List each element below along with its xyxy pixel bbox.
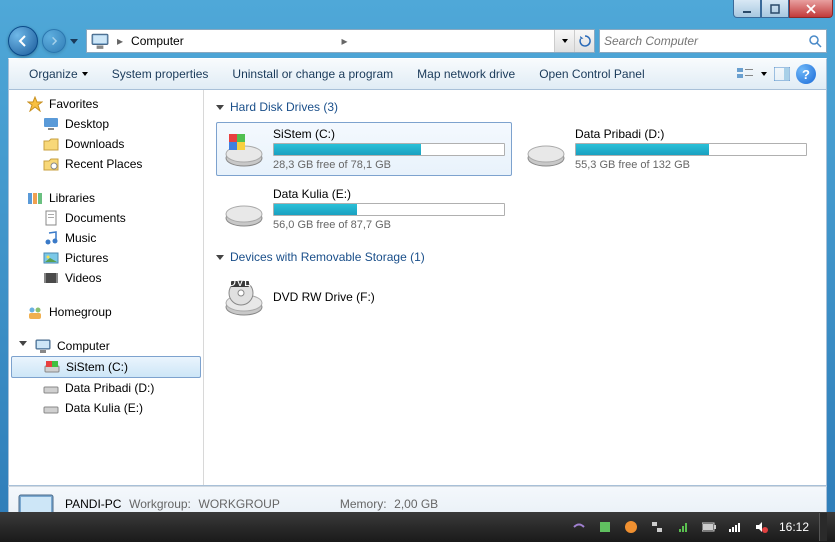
pictures-icon	[43, 250, 59, 266]
computer-icon	[35, 338, 51, 354]
libraries-icon	[27, 190, 43, 206]
sidebar-homegroup-header[interactable]: Homegroup	[9, 302, 203, 322]
drive-item[interactable]: Data Pribadi (D:) 55,3 GB free of 132 GB	[518, 122, 814, 176]
view-mode-button[interactable]	[734, 62, 758, 86]
close-button[interactable]	[789, 0, 833, 18]
uninstall-button[interactable]: Uninstall or change a program	[220, 63, 405, 85]
search-input[interactable]	[604, 34, 808, 48]
drive-space-bar	[273, 203, 505, 216]
drive-icon	[44, 359, 60, 375]
organize-button[interactable]: Organize	[17, 63, 100, 85]
collapse-icon[interactable]	[216, 255, 224, 260]
search-box[interactable]	[599, 29, 827, 53]
computer-icon	[91, 32, 109, 50]
recent-dropdown[interactable]	[70, 39, 82, 44]
sidebar-item-drive-e[interactable]: Data Kulia (E:)	[9, 398, 203, 418]
drive-item[interactable]: SiStem (C:) 28,3 GB free of 78,1 GB	[216, 122, 512, 176]
drive-free-text: 56,0 GB free of 87,7 GB	[273, 219, 505, 231]
back-button[interactable]	[8, 26, 38, 56]
address-bar[interactable]: ▸ Computer ▸	[86, 29, 595, 53]
downloads-icon	[43, 136, 59, 152]
drive-icon	[43, 380, 59, 396]
expand-icon[interactable]	[19, 341, 29, 351]
taskbar[interactable]: 16:12	[0, 512, 835, 542]
sidebar-label: Libraries	[49, 191, 95, 205]
maximize-button[interactable]	[761, 0, 789, 18]
dvd-drive-icon: DVD	[223, 277, 265, 319]
sidebar-item-desktop[interactable]: Desktop	[9, 114, 203, 134]
sidebar-item-music[interactable]: Music	[9, 228, 203, 248]
forward-button[interactable]	[42, 29, 66, 53]
search-icon	[808, 34, 822, 48]
breadcrumb-separator[interactable]: ▸	[113, 34, 127, 48]
section-removable-storage[interactable]: Devices with Removable Storage (1)	[216, 250, 814, 264]
open-control-panel-button[interactable]: Open Control Panel	[527, 63, 656, 85]
system-properties-button[interactable]: System properties	[100, 63, 221, 85]
drive-item[interactable]: DVD DVD RW Drive (F:)	[216, 272, 512, 324]
drive-name: SiStem (C:)	[273, 127, 505, 141]
drive-space-bar	[273, 143, 505, 156]
drive-free-text: 28,3 GB free of 78,1 GB	[273, 159, 505, 171]
tray-icon[interactable]	[571, 519, 587, 535]
refresh-button[interactable]	[574, 30, 594, 52]
recent-icon	[43, 156, 59, 172]
sidebar-favorites-header[interactable]: Favorites	[9, 94, 203, 114]
homegroup-icon	[27, 304, 43, 320]
content-pane[interactable]: Hard Disk Drives (3) SiStem (C:) 28,3 GB…	[204, 90, 826, 485]
desktop-icon	[43, 116, 59, 132]
svg-text:DVD: DVD	[227, 277, 253, 289]
tray-network-icon[interactable]	[649, 519, 665, 535]
section-hard-disk-drives[interactable]: Hard Disk Drives (3)	[216, 100, 814, 114]
hard-drive-icon	[223, 188, 265, 230]
nav-bar: ▸ Computer ▸	[8, 24, 827, 58]
drive-icon	[43, 400, 59, 416]
sidebar-item-downloads[interactable]: Downloads	[9, 134, 203, 154]
sidebar-label: Favorites	[49, 97, 98, 111]
breadcrumb-segment[interactable]: Computer	[127, 34, 337, 48]
favorites-icon	[27, 96, 43, 112]
hard-drive-icon	[223, 128, 265, 170]
computer-name: PANDI-PC	[65, 497, 121, 511]
drive-name: Data Pribadi (D:)	[575, 127, 807, 141]
address-dropdown[interactable]	[554, 30, 574, 52]
navigation-pane[interactable]: Favorites Desktop Downloads Recent Place…	[9, 90, 204, 485]
taskbar-clock[interactable]: 16:12	[779, 520, 809, 534]
tray-icon[interactable]	[597, 519, 613, 535]
sidebar-item-documents[interactable]: Documents	[9, 208, 203, 228]
tray-icon[interactable]	[623, 519, 639, 535]
drive-item[interactable]: Data Kulia (E:) 56,0 GB free of 87,7 GB	[216, 182, 512, 236]
sidebar-label: Computer	[57, 339, 110, 353]
hard-drive-icon	[525, 128, 567, 170]
sidebar-computer-header[interactable]: Computer	[9, 336, 203, 356]
drive-space-bar	[575, 143, 807, 156]
show-desktop-button[interactable]	[819, 513, 827, 541]
tray-wifi-icon[interactable]	[727, 519, 743, 535]
videos-icon	[43, 270, 59, 286]
view-mode-dropdown[interactable]	[758, 62, 770, 86]
sidebar-item-videos[interactable]: Videos	[9, 268, 203, 288]
explorer-body: Favorites Desktop Downloads Recent Place…	[8, 90, 827, 486]
documents-icon	[43, 210, 59, 226]
drive-name: DVD RW Drive (F:)	[273, 290, 505, 304]
breadcrumb-separator[interactable]: ▸	[338, 34, 352, 48]
preview-pane-button[interactable]	[770, 62, 794, 86]
collapse-icon[interactable]	[216, 105, 224, 110]
drive-name: Data Kulia (E:)	[273, 187, 505, 201]
minimize-button[interactable]	[733, 0, 761, 18]
drive-free-text: 55,3 GB free of 132 GB	[575, 159, 807, 171]
tray-battery-icon[interactable]	[701, 519, 717, 535]
tray-volume-icon[interactable]	[753, 519, 769, 535]
sidebar-libraries-header[interactable]: Libraries	[9, 188, 203, 208]
sidebar-item-pictures[interactable]: Pictures	[9, 248, 203, 268]
help-button[interactable]: ?	[794, 62, 818, 86]
sidebar-item-drive-c[interactable]: SiStem (C:)	[11, 356, 201, 378]
sidebar-item-drive-d[interactable]: Data Pribadi (D:)	[9, 378, 203, 398]
tray-icon[interactable]	[675, 519, 691, 535]
window-titlebar	[0, 0, 835, 24]
map-drive-button[interactable]: Map network drive	[405, 63, 527, 85]
sidebar-label: Homegroup	[49, 305, 112, 319]
music-icon	[43, 230, 59, 246]
sidebar-item-recent[interactable]: Recent Places	[9, 154, 203, 174]
command-bar: Organize System properties Uninstall or …	[8, 58, 827, 90]
